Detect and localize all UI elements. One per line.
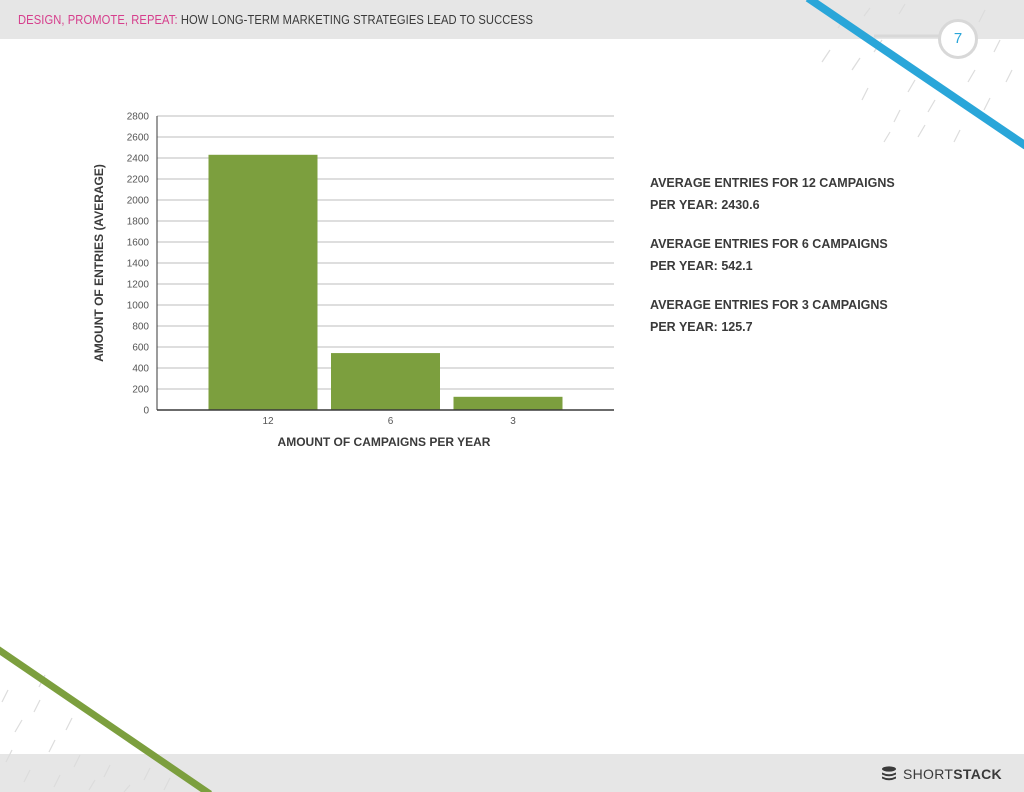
x-tick-label: 3 (510, 416, 516, 427)
bar (208, 154, 318, 410)
chart-bars (208, 154, 563, 410)
bar-chart: 0 200 400 600 800 1000 1200 1400 1600 1800 2000 220… (92, 112, 614, 449)
bar (331, 353, 440, 410)
y-tick-label: 200 (132, 385, 149, 396)
y-tick-label: 400 (132, 364, 149, 375)
stat-value: PER YEAR: 125.7 (650, 320, 753, 334)
x-axis-label: AMOUNT OF CAMPAIGNS PER YEAR (278, 435, 491, 449)
bar (453, 396, 563, 410)
brand-logo: SHORT STACK (880, 765, 1002, 783)
y-tick-label: 1400 (127, 259, 150, 270)
brand-short: SHORT (903, 766, 954, 782)
stack-coins-icon (882, 766, 896, 781)
stat-block-6: AVERAGE ENTRIES FOR 6 CAMPAIGNS PER YEAR… (650, 233, 910, 277)
y-tick-label: 1600 (127, 238, 150, 249)
stats-panel: AVERAGE ENTRIES FOR 12 CAMPAIGNS PER YEA… (650, 172, 910, 355)
stat-label: AVERAGE ENTRIES FOR 6 CAMPAIGNS (650, 237, 888, 251)
y-tick-label: 1800 (127, 217, 150, 228)
y-tick-label: 800 (132, 322, 149, 333)
stat-value: PER YEAR: 542.1 (650, 259, 753, 273)
y-tick-label: 2800 (127, 112, 150, 123)
y-tick-label: 2400 (127, 154, 150, 165)
stat-block-12: AVERAGE ENTRIES FOR 12 CAMPAIGNS PER YEA… (650, 172, 910, 216)
y-tick-label: 2600 (127, 133, 150, 144)
y-axis-label: AMOUNT OF ENTRIES (AVERAGE) (92, 164, 106, 362)
x-tick-label: 6 (388, 416, 394, 427)
y-tick-label: 0 (143, 406, 149, 417)
stat-value: PER YEAR: 2430.6 (650, 198, 760, 212)
y-tick-label: 1200 (127, 280, 150, 291)
y-tick-label: 2000 (127, 196, 150, 207)
stat-label: AVERAGE ENTRIES FOR 3 CAMPAIGNS (650, 298, 888, 312)
y-tick-label: 2200 (127, 175, 150, 186)
y-tick-label: 600 (132, 343, 149, 354)
x-tick-labels: 12 6 3 (262, 416, 516, 427)
y-tick-labels: 0 200 400 600 800 1000 1200 1400 1600 1800 2000 220… (127, 112, 150, 417)
x-tick-label: 12 (262, 416, 274, 427)
y-tick-label: 1000 (127, 301, 150, 312)
stat-block-3: AVERAGE ENTRIES FOR 3 CAMPAIGNS PER YEAR… (650, 294, 910, 338)
stat-label: AVERAGE ENTRIES FOR 12 CAMPAIGNS (650, 176, 895, 190)
brand-stack: STACK (953, 766, 1002, 782)
